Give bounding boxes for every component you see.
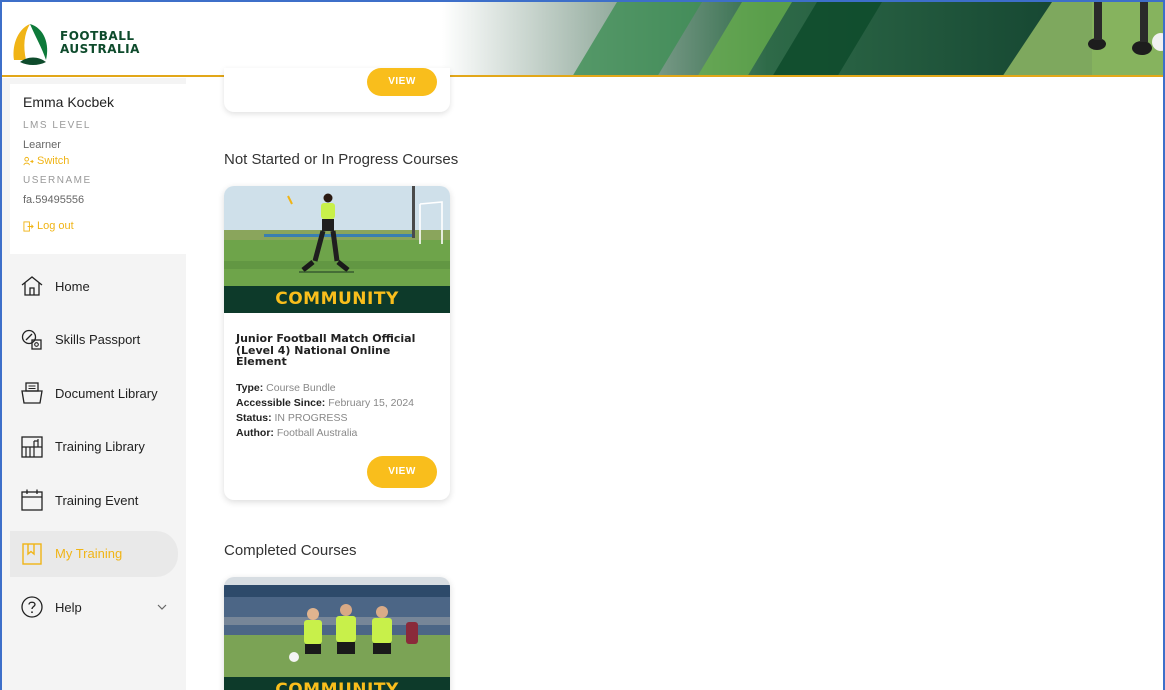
user-card: Emma Kocbek LMS LEVEL Learner Switch USE… xyxy=(10,84,186,254)
football-australia-logo[interactable]: FOOTBALL AUSTRALIA xyxy=(10,20,140,66)
app-frame: FOOTBALL AUSTRALIA Emma Kocbek LMS LEVEL… xyxy=(0,0,1165,690)
sidebar-item-label: Document Library xyxy=(55,385,158,401)
sidebar-item-label: Skills Passport xyxy=(55,332,141,347)
help-icon xyxy=(20,595,44,619)
course-image: COMMUNITY xyxy=(224,186,450,313)
accessible-since-label: Accessible Since: xyxy=(236,396,326,409)
user-name: Emma Kocbek xyxy=(23,94,115,110)
section-title-completed: Completed Courses xyxy=(224,542,357,559)
course-image: COMMUNITY xyxy=(224,577,450,690)
sidebar-item-training-event[interactable]: Training Event xyxy=(10,477,186,523)
sidebar-item-help[interactable]: Help xyxy=(10,584,186,630)
switch-label: Switch xyxy=(37,155,70,167)
chevron-down-icon[interactable] xyxy=(156,601,168,613)
view-button[interactable]: VIEW xyxy=(367,456,437,488)
sidebar-item-label: Home xyxy=(55,278,90,294)
calendar-icon xyxy=(20,488,44,512)
sidebar-item-document-library[interactable]: Document Library xyxy=(10,370,186,416)
switch-link[interactable]: Switch xyxy=(23,155,186,167)
author-label: Author: xyxy=(236,426,274,439)
course-title: Junior Football Match Official (Level 4)… xyxy=(236,332,416,368)
sidebar-item-label: Training Event xyxy=(55,492,139,508)
logo-mark-icon xyxy=(13,24,48,65)
sidebar: Emma Kocbek LMS LEVEL Learner Switch USE… xyxy=(2,78,186,690)
lms-level-value: Learner xyxy=(23,139,61,151)
username-label: USERNAME xyxy=(23,175,92,186)
passport-icon xyxy=(20,328,44,352)
logout-link[interactable]: Log out xyxy=(23,220,186,232)
sidebar-item-skills-passport[interactable]: Skills Passport xyxy=(10,317,186,363)
sidebar-item-my-training[interactable]: My Training xyxy=(10,530,178,577)
community-banner: COMMUNITY xyxy=(224,286,450,313)
lms-level-label: LMS LEVEL xyxy=(23,120,91,131)
document-library-icon xyxy=(20,381,44,405)
view-button[interactable]: VIEW xyxy=(367,68,437,96)
logout-label: Log out xyxy=(37,220,74,232)
logout-icon xyxy=(23,220,34,232)
sidebar-item-label: Training Library xyxy=(55,439,145,454)
community-banner: COMMUNITY xyxy=(224,677,450,690)
main-content: VIEW Not Started or In Progress Courses xyxy=(186,68,1163,690)
course-card: COMMUNITY xyxy=(224,577,450,690)
sidebar-item-home[interactable]: Home xyxy=(10,263,186,309)
logo-line-2: AUSTRALIA xyxy=(60,42,140,56)
status-label: Status: xyxy=(236,411,272,424)
course-card-partial: VIEW xyxy=(224,68,450,112)
course-card: COMMUNITY Junior Football Match Official… xyxy=(224,186,450,500)
sidebar-nav: Home Skills Passport Document Library Tr… xyxy=(10,263,186,638)
type-label: Type: xyxy=(236,381,264,394)
username-value: fa.59495556 xyxy=(23,194,85,206)
sidebar-item-label: Help xyxy=(55,599,82,615)
type-value: Course Bundle xyxy=(266,381,336,394)
accessible-since-value: February 15, 2024 xyxy=(328,396,415,409)
sidebar-item-label: My Training xyxy=(55,546,123,561)
course-meta: Type: Course Bundle Accessible Since: Fe… xyxy=(236,381,438,441)
bookmark-icon xyxy=(20,542,44,566)
author-value: Football Australia xyxy=(276,426,358,439)
sidebar-item-training-library[interactable]: Training Library xyxy=(10,424,186,470)
switch-user-icon xyxy=(23,156,34,165)
status-value: IN PROGRESS xyxy=(274,411,348,424)
header-banner xyxy=(442,2,1163,75)
header: FOOTBALL AUSTRALIA xyxy=(2,2,1163,77)
section-title-in-progress: Not Started or In Progress Courses xyxy=(224,151,459,168)
home-icon xyxy=(20,274,44,298)
training-library-icon xyxy=(20,435,44,459)
